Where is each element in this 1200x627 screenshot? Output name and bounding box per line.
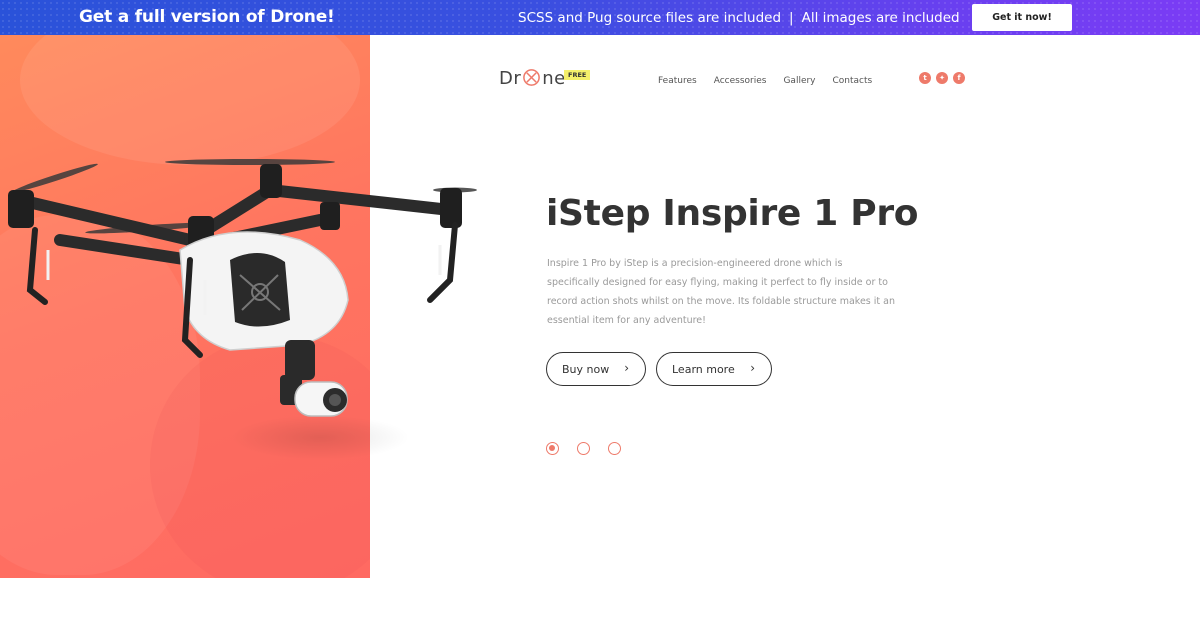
- slider-dot[interactable]: [577, 442, 590, 455]
- promo-title: Get a full version of Drone!: [79, 7, 335, 27]
- twitter-icon[interactable]: ✦: [936, 72, 948, 84]
- social-links: t ✦ f: [919, 72, 965, 84]
- logo-text-prefix: Dr: [499, 68, 522, 89]
- promo-separator: |: [789, 10, 794, 26]
- free-badge: FREE: [564, 70, 591, 80]
- nav-item-features[interactable]: Features: [658, 76, 697, 86]
- slider-dot[interactable]: [608, 442, 621, 455]
- slider-dot[interactable]: [546, 442, 559, 455]
- nav-item-contacts[interactable]: Contacts: [833, 76, 873, 86]
- chevron-right-icon: ›: [750, 361, 755, 375]
- get-it-now-button[interactable]: Get it now!: [972, 4, 1072, 31]
- nav-item-accessories[interactable]: Accessories: [714, 76, 767, 86]
- nav-item-gallery[interactable]: Gallery: [783, 76, 815, 86]
- buy-now-button[interactable]: Buy now ›: [546, 352, 646, 386]
- hero-title: iStep Inspire 1 Pro: [546, 193, 919, 234]
- main-nav: Features Accessories Gallery Contacts: [658, 76, 889, 86]
- tumblr-icon[interactable]: t: [919, 72, 931, 84]
- facebook-icon[interactable]: f: [953, 72, 965, 84]
- promo-info-right: All images are included: [801, 10, 960, 26]
- hero-description: Inspire 1 Pro by iStep is a precision-en…: [547, 258, 895, 326]
- logo-drone-icon: [523, 69, 541, 86]
- drone-image: [8, 159, 477, 417]
- learn-more-label: Learn more: [672, 362, 735, 376]
- brand-logo[interactable]: Dr ne FREE: [499, 68, 591, 94]
- decor-blob: [20, 35, 360, 165]
- slider-pagination: [546, 442, 621, 455]
- promo-info: SCSS and Pug source files are included | A…: [518, 10, 960, 26]
- chevron-right-icon: ›: [624, 361, 629, 375]
- buy-now-label: Buy now: [562, 362, 610, 376]
- promo-bar: Get a full version of Drone! SCSS and Pu…: [0, 0, 1200, 35]
- logo-text-suffix: ne: [542, 68, 566, 89]
- learn-more-button[interactable]: Learn more ›: [656, 352, 772, 386]
- promo-info-left: SCSS and Pug source files are included: [518, 10, 782, 26]
